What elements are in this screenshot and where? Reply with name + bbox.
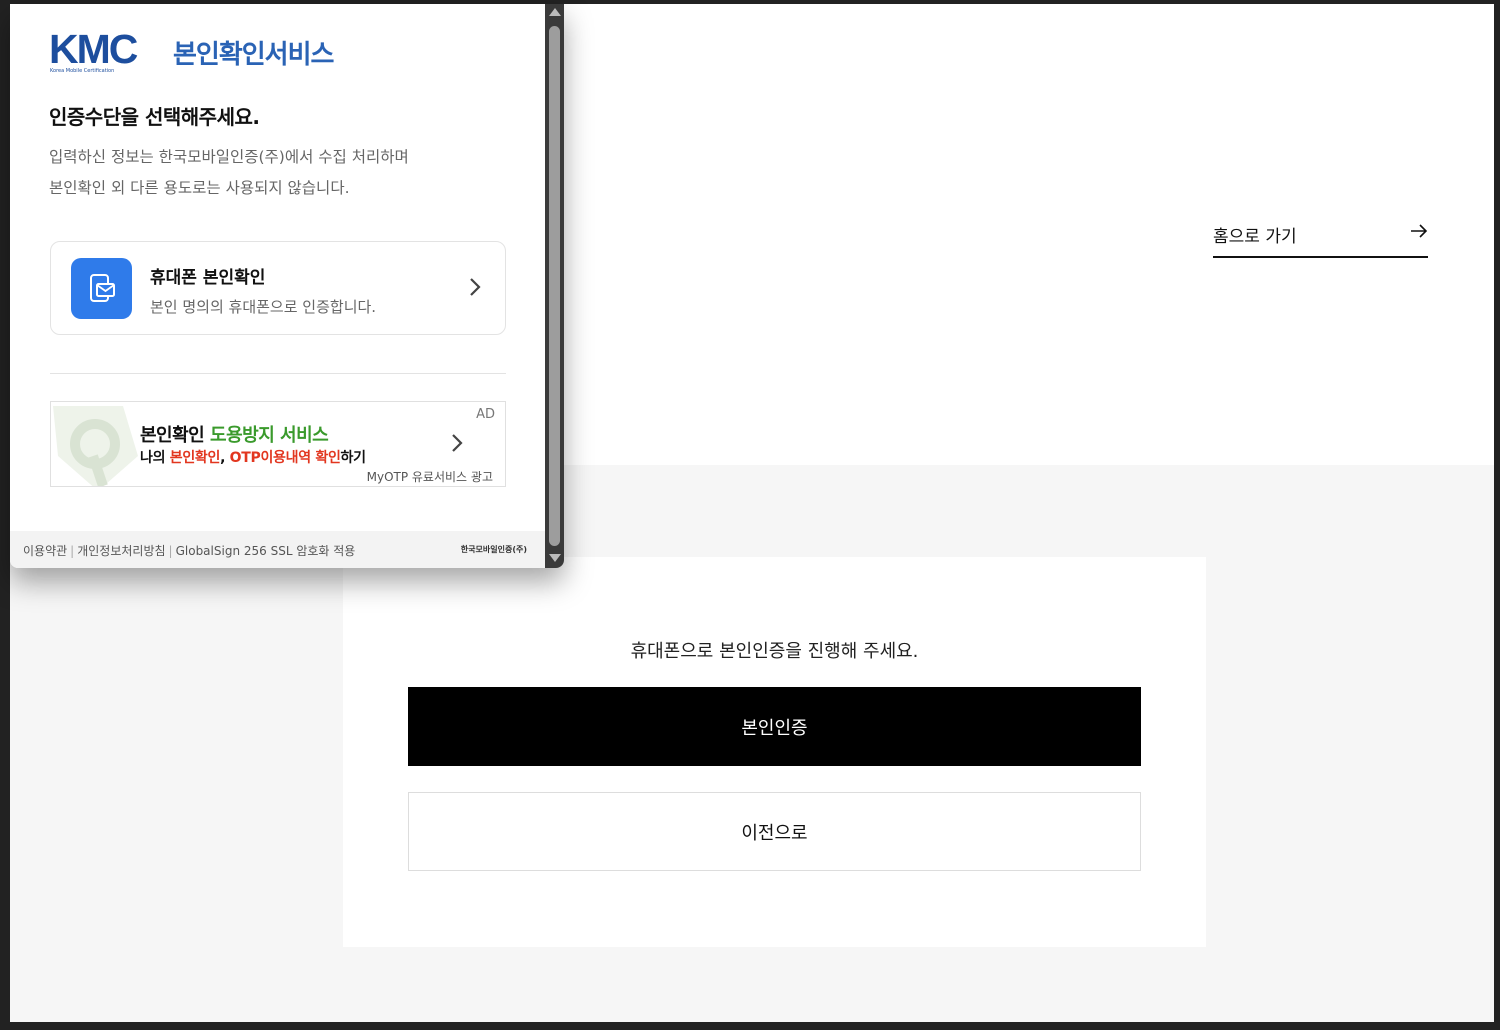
ad-subline: 나의 본인확인, OTP이용내역 확인하기	[140, 447, 366, 467]
ad-subline-prefix: 나의	[140, 450, 170, 466]
popup-scrollbar[interactable]	[545, 4, 564, 568]
scroll-thumb[interactable]	[549, 26, 560, 546]
ad-subline-red1: 본인확인	[169, 450, 221, 466]
phone-verification-option[interactable]: 휴대폰 본인확인 본인 명의의 휴대폰으로 인증합니다.	[50, 241, 506, 335]
ad-headline-highlight: 도용방지 서비스	[210, 425, 329, 446]
arrow-right-icon	[1411, 224, 1428, 238]
ad-headline-prefix: 본인확인	[140, 425, 211, 446]
privacy-policy-link[interactable]: 개인정보처리방침	[77, 544, 165, 558]
scroll-down-icon[interactable]	[549, 554, 561, 562]
method-title: 휴대폰 본인확인	[150, 268, 266, 288]
kmc-logo-text: KMC	[49, 26, 138, 72]
privacy-notice: 입력하신 정보는 한국모바일인증(주)에서 수집 처리하며 본인확인 외 다른 …	[49, 142, 409, 204]
ad-disclaimer: MyOTP 유료서비스 광고	[366, 470, 493, 484]
privacy-notice-line2: 본인확인 외 다른 용도로는 사용되지 않습니다.	[49, 179, 350, 197]
scroll-up-icon[interactable]	[549, 8, 561, 16]
shield-deco-icon	[53, 406, 138, 486]
kmc-logo: KMC Korea Mobile Certification	[49, 26, 149, 76]
verify-button[interactable]: 본인인증	[408, 687, 1141, 766]
ad-headline: 본인확인 도용방지 서비스	[140, 421, 329, 447]
home-link[interactable]: 홈으로 가기	[1213, 210, 1428, 258]
ad-subline-comma: ,	[220, 450, 230, 466]
home-link-label: 홈으로 가기	[1213, 227, 1297, 247]
ssl-notice: GlobalSign 256 SSL 암호화 적용	[175, 544, 356, 558]
kmc-popup-window: KMC Korea Mobile Certification 본인확인서비스 인…	[10, 4, 564, 568]
chevron-right-icon	[452, 434, 463, 452]
footer-brand: 한국모바일인증(주)	[460, 545, 527, 554]
phone-id-icon	[71, 258, 132, 319]
back-button[interactable]: 이전으로	[408, 792, 1141, 871]
divider	[50, 373, 506, 374]
privacy-notice-line1: 입력하신 정보는 한국모바일인증(주)에서 수집 처리하며	[49, 148, 409, 166]
method-description: 본인 명의의 휴대폰으로 인증합니다.	[150, 298, 377, 316]
terms-link[interactable]: 이용약관	[23, 544, 67, 558]
ad-tag: AD	[476, 407, 495, 422]
popup-content: KMC Korea Mobile Certification 본인확인서비스 인…	[10, 4, 545, 568]
service-title: 본인확인서비스	[173, 40, 334, 70]
ad-subline-suffix: 하기	[340, 450, 366, 466]
popup-headline: 인증수단을 선택해주세요.	[49, 105, 260, 129]
verification-card: 휴대폰으로 본인인증을 진행해 주세요. 본인인증 이전으로	[343, 557, 1206, 947]
popup-footer: 이용약관 | 개인정보처리방침 | GlobalSign 256 SSL 암호화 적용 …	[10, 531, 545, 568]
ad-banner[interactable]: AD 본인확인 도용방지 서비스 나의 본인확인, OTP이용내역 확인하기 M…	[50, 401, 506, 487]
ad-subline-red2: OTP이용내역 확인	[229, 450, 341, 466]
footer-links: 이용약관 | 개인정보처리방침 | GlobalSign 256 SSL 암호화 적용	[23, 544, 356, 558]
kmc-logo-subtext: Korea Mobile Certification	[50, 68, 115, 74]
verification-prompt: 휴대폰으로 본인인증을 진행해 주세요.	[630, 641, 919, 662]
chevron-right-icon	[470, 278, 481, 296]
